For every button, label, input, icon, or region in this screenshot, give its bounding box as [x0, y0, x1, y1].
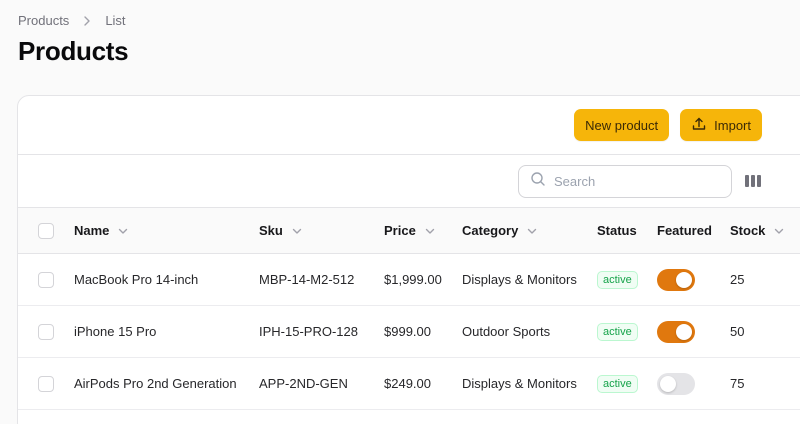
cell-category: Displays & Monitors — [462, 376, 577, 391]
breadcrumb-item-list: List — [105, 13, 126, 28]
cell-name: AirPods Pro 2nd Generation — [74, 376, 237, 391]
featured-toggle[interactable] — [657, 268, 695, 291]
search-input[interactable] — [554, 174, 714, 189]
cell-featured — [657, 254, 695, 305]
import-label: Import — [714, 117, 751, 133]
cell-price: $249.00 — [384, 376, 431, 391]
row-checkbox[interactable] — [38, 323, 54, 340]
column-label-status: Status — [597, 223, 637, 238]
column-header-stock[interactable]: Stock — [730, 208, 785, 253]
toggle-knob — [676, 271, 692, 288]
cell-stock: 25 — [730, 272, 745, 287]
upload-icon — [691, 116, 707, 135]
table-row[interactable]: MacBook Pro 14-inch MBP-14-M2-512 $1,999… — [18, 254, 800, 306]
table-row[interactable]: iPhone 15 Pro IPH-15-PRO-128 $999.00 Out… — [18, 306, 800, 358]
row-select-cell — [38, 254, 54, 305]
columns-icon[interactable] — [745, 173, 763, 189]
column-header-category[interactable]: Category — [462, 208, 538, 253]
status-badge: active — [597, 374, 638, 393]
cell-status: active — [597, 254, 638, 305]
row-checkbox[interactable] — [38, 271, 54, 288]
new-product-button[interactable]: New product — [574, 109, 670, 141]
chevron-down-icon — [424, 225, 436, 237]
cell-category: Displays & Monitors — [462, 272, 577, 287]
toggle-knob — [676, 323, 692, 340]
import-button[interactable]: Import — [680, 109, 762, 141]
featured-toggle[interactable] — [657, 320, 695, 343]
cell-name: iPhone 15 Pro — [74, 324, 157, 339]
cell-name: MacBook Pro 14-inch — [74, 272, 199, 287]
header-actions: New product Import — [574, 109, 762, 141]
page-title: Products — [18, 36, 129, 66]
featured-toggle[interactable] — [657, 372, 695, 395]
breadcrumb: Products List — [18, 13, 126, 28]
chevron-down-icon — [773, 225, 785, 237]
table-row[interactable]: AirPods Pro 2nd Generation APP-2ND-GEN $… — [18, 358, 800, 410]
products-table-card: New product Import Search Name Sku Price… — [17, 95, 800, 424]
cell-stock: 50 — [730, 324, 745, 339]
chevron-down-icon — [291, 225, 303, 237]
cell-sku: APP-2ND-GEN — [259, 376, 348, 391]
cell-price: $1,999.00 — [384, 272, 442, 287]
column-label-price: Price — [384, 223, 416, 238]
select-all-cell — [38, 208, 54, 253]
cell-stock: 75 — [730, 376, 745, 391]
status-badge: active — [597, 322, 638, 341]
column-label-sku: Sku — [259, 223, 283, 238]
status-badge: active — [597, 270, 638, 289]
select-all-checkbox[interactable] — [38, 222, 54, 239]
cell-sku: MBP-14-M2-512 — [259, 272, 355, 287]
products-list-page: Products List Products New product Impor… — [0, 0, 800, 424]
column-label-category: Category — [462, 223, 519, 238]
column-header-featured: Featured — [657, 208, 712, 253]
cell-featured — [657, 358, 695, 409]
search-icon — [530, 171, 546, 192]
cell-price: $999.00 — [384, 324, 431, 339]
column-label-featured: Featured — [657, 223, 712, 238]
row-select-cell — [38, 306, 54, 357]
toggle-knob — [660, 375, 676, 392]
chevron-right-icon — [81, 15, 93, 27]
column-header-sku[interactable]: Sku — [259, 208, 303, 253]
search-box[interactable] — [518, 165, 732, 198]
column-header-status: Status — [597, 208, 637, 253]
column-label-name: Name — [74, 223, 110, 238]
column-header-name[interactable]: Name — [74, 208, 129, 253]
new-product-label: New product — [585, 117, 659, 133]
chevron-down-icon — [117, 225, 129, 237]
cell-status: active — [597, 358, 638, 409]
column-header-price[interactable]: Price — [384, 208, 436, 253]
table-header: Name Sku Price Category Status Featured — [18, 207, 800, 254]
cell-featured — [657, 306, 695, 357]
chevron-down-icon — [526, 225, 538, 237]
cell-sku: IPH-15-PRO-128 — [259, 324, 358, 339]
column-label-stock: Stock — [730, 223, 766, 238]
row-select-cell — [38, 358, 54, 409]
table-toolbar — [18, 155, 800, 207]
cell-category: Outdoor Sports — [462, 324, 551, 339]
breadcrumb-item-products[interactable]: Products — [18, 13, 69, 28]
cell-status: active — [597, 306, 638, 357]
row-checkbox[interactable] — [38, 375, 54, 392]
